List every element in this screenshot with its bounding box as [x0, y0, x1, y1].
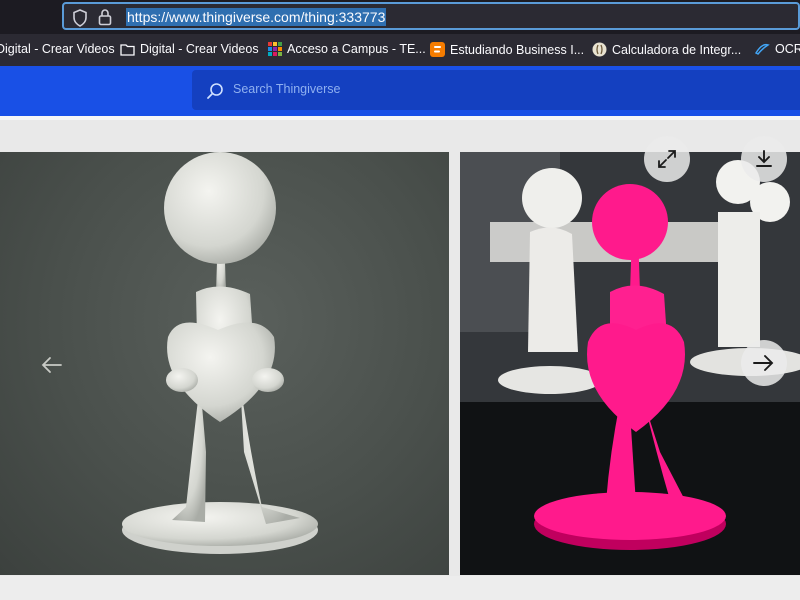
bookmark-item[interactable]: Digital - Crear Videos — [120, 42, 259, 56]
next-image-button[interactable] — [741, 340, 787, 386]
bookmark-label: Calculadora de Integr... — [612, 42, 742, 57]
colorful-grid-icon — [268, 42, 282, 56]
gallery-bottom-strip — [0, 576, 800, 600]
lock-icon[interactable] — [98, 8, 112, 26]
next-arrow-icon — [753, 355, 774, 371]
search-icon — [207, 83, 223, 99]
bookmark-label: OCR — [775, 42, 800, 56]
shield-icon[interactable] — [72, 9, 88, 27]
browser-toolbar: https://www.thingiverse.com/thing:333773 — [0, 0, 800, 34]
bookmark-item[interactable]: OCR — [754, 42, 800, 56]
bookmark-item[interactable]: Estudiando Business I... — [430, 42, 584, 57]
bookmark-item[interactable]: Acceso a Campus - TE... — [268, 42, 426, 56]
image-gallery — [0, 120, 800, 600]
bookmark-label: Acceso a Campus - TE... — [287, 42, 426, 56]
search-input[interactable]: Search Thingiverse — [192, 70, 800, 110]
bookmark-item[interactable]: Digital - Crear Videos — [0, 42, 115, 56]
folder-icon — [120, 43, 135, 56]
bookmark-label: Estudiando Business I... — [450, 42, 585, 57]
download-icon — [756, 150, 772, 167]
bookmark-item[interactable]: Calculadora de Integr... — [592, 42, 741, 57]
download-button[interactable] — [741, 136, 787, 182]
bookmark-label: Digital - Crear Videos — [0, 42, 115, 56]
fullscreen-button[interactable] — [644, 136, 690, 182]
address-bar[interactable]: https://www.thingiverse.com/thing:333773 — [62, 2, 800, 30]
prev-arrow-icon — [41, 357, 62, 373]
site-favicon-icon — [592, 42, 607, 57]
prev-image-button[interactable] — [34, 348, 68, 382]
ocr-favicon-icon — [754, 43, 770, 55]
blogger-icon — [430, 42, 445, 57]
search-placeholder: Search Thingiverse — [233, 82, 341, 96]
fullscreen-icon — [658, 150, 676, 168]
bookmark-label: Digital - Crear Videos — [140, 42, 259, 56]
site-header: Search Thingiverse — [0, 66, 800, 116]
url-text[interactable]: https://www.thingiverse.com/thing:333773 — [126, 8, 387, 26]
bookmarks-bar: Digital - Crear Videos Digital - Crear V… — [0, 34, 800, 66]
